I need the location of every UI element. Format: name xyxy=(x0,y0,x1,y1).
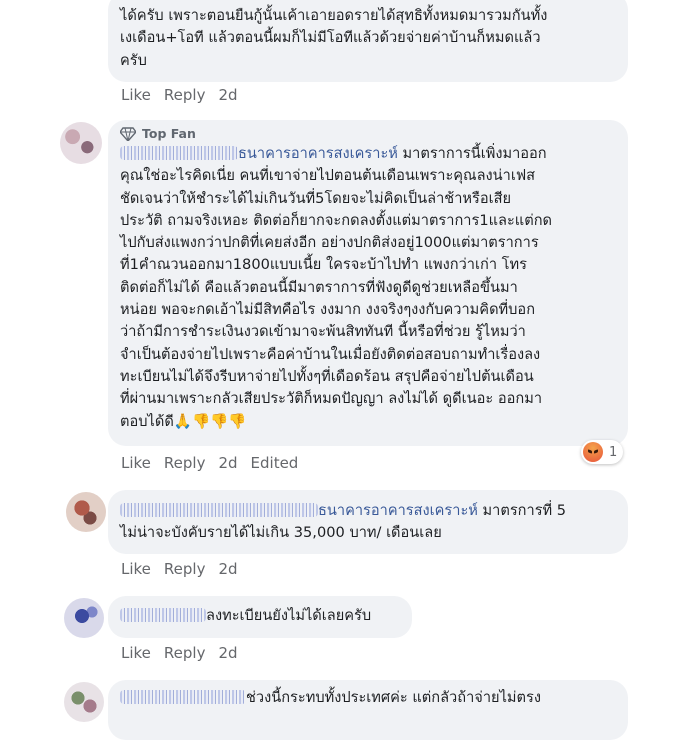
timestamp[interactable]: 2d xyxy=(218,644,237,662)
page-mention-link[interactable]: ธนาคารอาคารสงเคราะห์ xyxy=(238,145,398,162)
comment-first-line: ช่วงนี้กระทบทั้งประเทศค่ะ แต่กลัวถ้าจ่าย… xyxy=(120,687,616,709)
commenter-name[interactable] xyxy=(120,503,318,517)
avatar[interactable] xyxy=(64,682,104,722)
comment-text: ช่วงนี้กระทบทั้งประเทศค่ะ แต่กลัวถ้าจ่าย… xyxy=(246,689,541,706)
comment-first-line-text: มาตราการนี้เพิ่งมาออก xyxy=(397,145,547,162)
comment-bubble-3: ธนาคารอาคารสงเคราะห์ มาตรการที่ 5 ไม่น่า… xyxy=(108,490,628,554)
commenter-name[interactable] xyxy=(120,146,238,160)
badge-label: Top Fan xyxy=(142,126,196,141)
comment-actions-1: Like Reply 2d xyxy=(121,86,238,104)
comment-actions-4: Like Reply 2d xyxy=(121,644,238,662)
comment-first-line-text: มาตรการที่ 5 xyxy=(477,502,567,519)
like-button[interactable]: Like xyxy=(121,644,151,662)
commenter-name[interactable] xyxy=(120,608,206,622)
top-fan-badge: Top Fan xyxy=(120,126,616,141)
comment-text: ไม่น่าจะบังคับรายได้ไม่เกิน 35,000 บาท/ … xyxy=(120,524,442,542)
reaction-count: 1 xyxy=(609,444,618,460)
comment-text: คุณใช่อะไรคิดเนี่ย คนที่เขาจ่ายไปตอนต้นเ… xyxy=(120,167,553,430)
reply-button[interactable]: Reply xyxy=(164,454,206,472)
comment-bubble-5: ช่วงนี้กระทบทั้งประเทศค่ะ แต่กลัวถ้าจ่าย… xyxy=(108,680,628,740)
comment-first-line: ลงทะเบียนยังไม่ได้เลยครับ xyxy=(120,605,400,627)
comment-text: ลงทะเบียนยังไม่ได้เลยครับ xyxy=(206,607,372,624)
comment-first-line: ธนาคารอาคารสงเคราะห์ มาตราการนี้เพิ่งมาอ… xyxy=(120,143,616,165)
avatar[interactable] xyxy=(66,492,106,532)
avatar[interactable] xyxy=(60,122,102,164)
reply-button[interactable]: Reply xyxy=(164,644,206,662)
comment-actions-3: Like Reply 2d xyxy=(121,560,238,578)
timestamp[interactable]: 2d xyxy=(218,454,237,472)
comment-first-line: ธนาคารอาคารสงเคราะห์ มาตรการที่ 5 xyxy=(120,500,616,522)
reply-button[interactable]: Reply xyxy=(164,560,206,578)
comment-bubble-4: ลงทะเบียนยังไม่ได้เลยครับ xyxy=(108,596,412,638)
reaction-summary[interactable]: 1 xyxy=(581,440,624,464)
commenter-name[interactable] xyxy=(120,690,246,704)
avatar[interactable] xyxy=(64,598,104,638)
edited-label[interactable]: Edited xyxy=(251,454,299,472)
timestamp[interactable]: 2d xyxy=(218,86,237,104)
diamond-icon xyxy=(120,126,136,141)
like-button[interactable]: Like xyxy=(121,454,151,472)
comment-text: ได้ครับ เพราะตอนยืนกู้นั้นเค้าเอายอดรายไ… xyxy=(120,7,548,69)
comment-bubble-2: Top Fan ธนาคารอาคารสงเคราะห์ มาตราการนี้… xyxy=(108,120,628,446)
reply-button[interactable]: Reply xyxy=(164,86,206,104)
angry-reaction-icon xyxy=(583,442,603,462)
like-button[interactable]: Like xyxy=(121,560,151,578)
page-mention-link[interactable]: ธนาคารอาคารสงเคราะห์ xyxy=(318,502,478,519)
comment-actions-2: Like Reply 2d Edited xyxy=(121,454,298,472)
like-button[interactable]: Like xyxy=(121,86,151,104)
timestamp[interactable]: 2d xyxy=(218,560,237,578)
comment-bubble-1: ได้ครับ เพราะตอนยืนกู้นั้นเค้าเอายอดรายไ… xyxy=(108,0,628,82)
